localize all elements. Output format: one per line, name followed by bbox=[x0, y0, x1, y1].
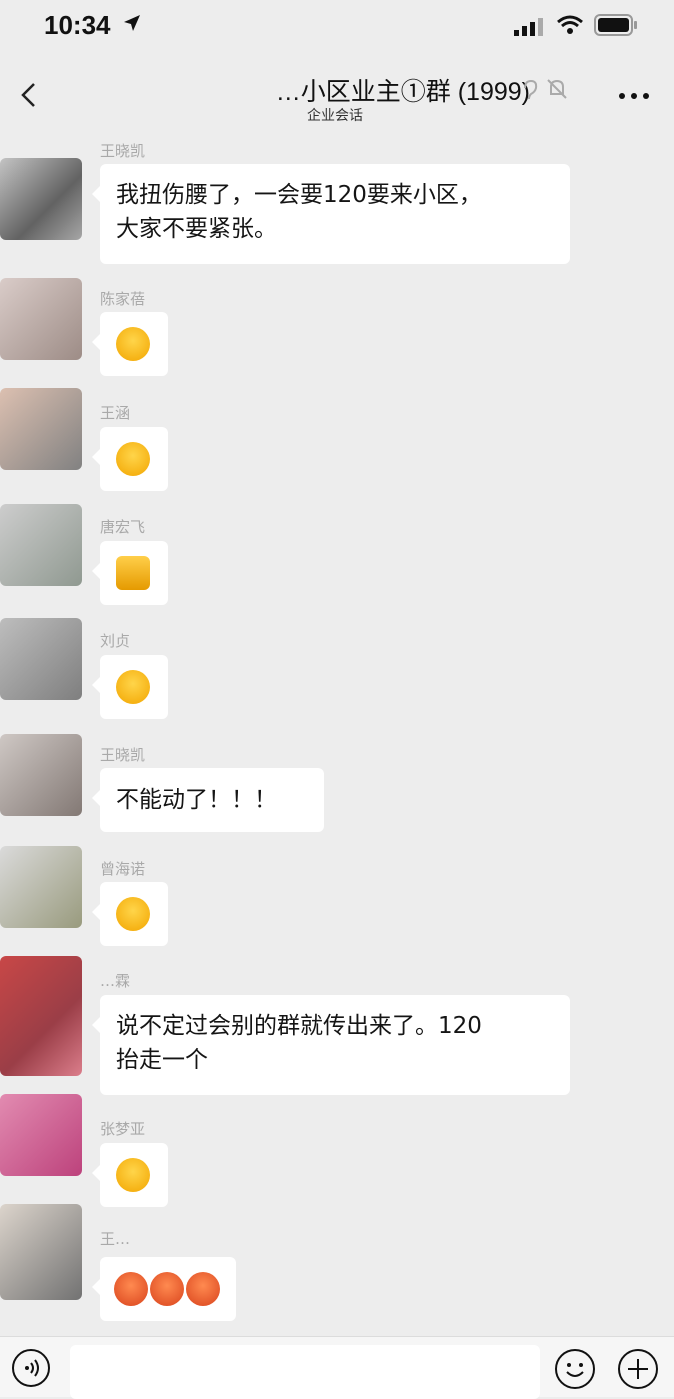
voice-icon[interactable] bbox=[12, 1349, 50, 1387]
avatar[interactable] bbox=[0, 388, 82, 470]
avatar[interactable] bbox=[0, 846, 82, 928]
chat-header: …小区业主①群 (1999) 企业会话 bbox=[0, 60, 674, 130]
sender-name: 张梦亚 bbox=[100, 1120, 146, 1138]
sweat-face-emoji bbox=[150, 1272, 184, 1306]
avatar[interactable] bbox=[0, 158, 82, 240]
chat-title[interactable]: …小区业主①群 (1999) bbox=[220, 72, 530, 108]
battery-icon bbox=[594, 14, 638, 40]
sweat-face-emoji bbox=[114, 1272, 148, 1306]
thumbs-up-emoji bbox=[116, 556, 150, 590]
input-bar bbox=[0, 1336, 674, 1399]
sender-name: 王晓凯 bbox=[100, 746, 146, 764]
message-bubble[interactable]: 不能动了！！！ bbox=[92, 768, 324, 832]
avatar[interactable] bbox=[0, 956, 82, 1076]
sender-name: 王… bbox=[100, 1230, 131, 1248]
sender-name: 唐宏飞 bbox=[100, 518, 146, 536]
wifi-icon bbox=[556, 14, 584, 40]
message-text: 不能动了！！！ bbox=[116, 787, 277, 813]
cellular-signal-icon bbox=[514, 18, 546, 40]
avatar[interactable] bbox=[0, 278, 82, 360]
message-bubble[interactable] bbox=[92, 541, 168, 605]
message-bubble[interactable] bbox=[92, 655, 168, 719]
message-text: 说不定过会别的群就传出来了。120 抬走一个 bbox=[116, 1013, 482, 1073]
more-icon[interactable] bbox=[614, 78, 654, 108]
message-bubble[interactable] bbox=[92, 1143, 168, 1207]
avatar[interactable] bbox=[0, 1094, 82, 1176]
mute-bell-icon bbox=[545, 77, 569, 105]
chat-subtitle: 企业会话 bbox=[307, 108, 363, 124]
status-bar: 10:34 bbox=[0, 0, 674, 56]
back-chevron-icon[interactable] bbox=[14, 80, 44, 110]
facepalm-laugh-emoji bbox=[116, 442, 150, 476]
sender-name: 刘贞 bbox=[100, 632, 131, 650]
ear-icon bbox=[521, 79, 539, 105]
message-bubble[interactable] bbox=[92, 427, 168, 491]
message-bubble[interactable] bbox=[92, 882, 168, 946]
grin-emoji bbox=[116, 670, 150, 704]
status-time: 10:34 bbox=[44, 10, 111, 40]
avatar[interactable] bbox=[0, 618, 82, 700]
avatar[interactable] bbox=[0, 734, 82, 816]
sender-name: 王涵 bbox=[100, 404, 131, 422]
avatar[interactable] bbox=[0, 1204, 82, 1300]
message-bubble[interactable] bbox=[92, 1257, 236, 1321]
sweat-face-emoji bbox=[186, 1272, 220, 1306]
message-bubble[interactable]: 说不定过会别的群就传出来了。120 抬走一个 bbox=[92, 995, 570, 1095]
emoji-icon[interactable] bbox=[555, 1349, 595, 1389]
message-text: 我扭伤腰了，一会要120要来小区， 大家不要紧张。 bbox=[116, 182, 482, 242]
message-input[interactable] bbox=[70, 1345, 540, 1399]
facepalm-laugh-emoji bbox=[116, 1158, 150, 1192]
location-arrow-icon bbox=[123, 14, 141, 36]
message-bubble[interactable]: 我扭伤腰了，一会要120要来小区， 大家不要紧张。 bbox=[92, 164, 570, 264]
sender-name: …霖 bbox=[100, 972, 131, 990]
sender-name: 陈家蓓 bbox=[100, 290, 146, 308]
grin-sweat-emoji bbox=[116, 897, 150, 931]
sender-name: 曾海诺 bbox=[100, 860, 146, 878]
plus-icon[interactable] bbox=[618, 1349, 658, 1389]
facepalm-laugh-emoji bbox=[116, 327, 150, 361]
sender-name: 王晓凯 bbox=[100, 142, 146, 160]
message-bubble[interactable] bbox=[92, 312, 168, 376]
avatar[interactable] bbox=[0, 504, 82, 586]
